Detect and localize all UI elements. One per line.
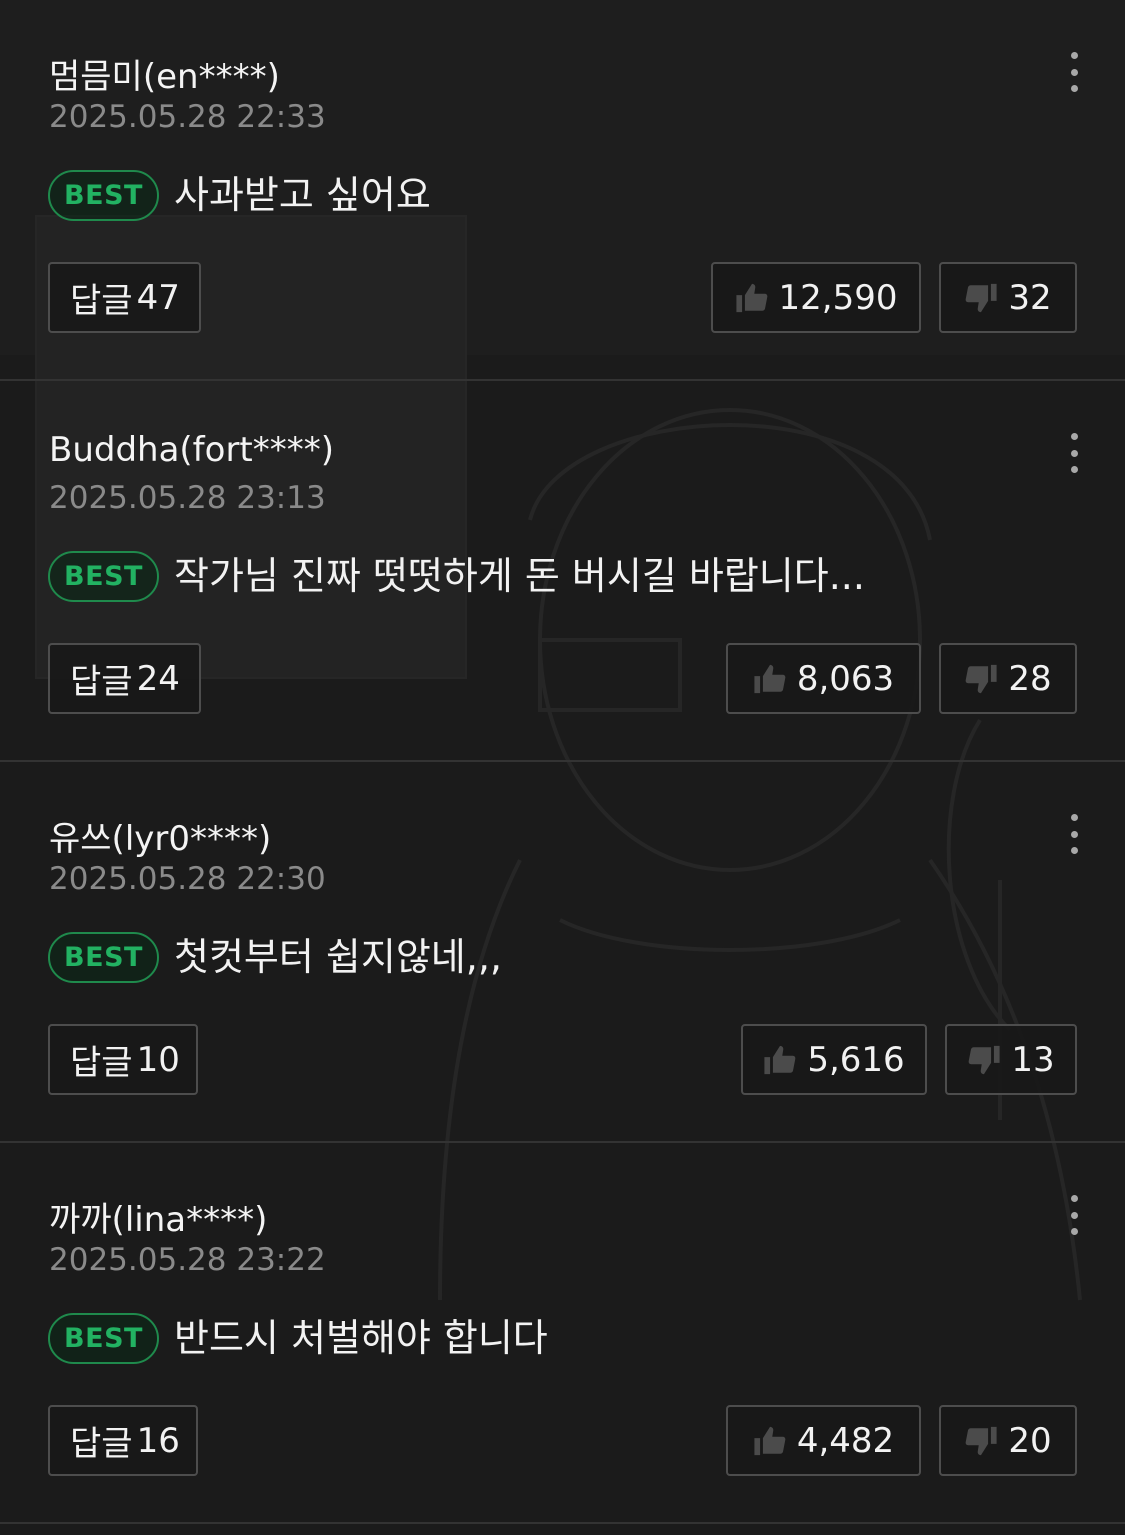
reply-label: 답글 xyxy=(70,1424,133,1464)
best-badge: BEST xyxy=(48,1313,159,1364)
reply-label: 답글 xyxy=(70,662,133,702)
best-badge: BEST xyxy=(48,170,159,221)
comment-author[interactable]: Buddha(fort****) xyxy=(49,430,334,470)
reply-count: 16 xyxy=(136,1420,180,1461)
comment-text: 작가님 진짜 떳떳하게 돈 버시길 바랍니다... xyxy=(174,554,865,598)
comment-date: 2025.05.28 23:13 xyxy=(49,480,326,516)
thumbs-down-icon xyxy=(969,1045,1000,1074)
thumbs-up-icon xyxy=(754,1426,786,1455)
reply-count: 10 xyxy=(136,1039,180,1080)
dislike-count: 28 xyxy=(1008,658,1052,699)
like-count: 8,063 xyxy=(796,658,895,699)
dislike-button[interactable]: 20 xyxy=(939,1405,1077,1476)
comment-item: Buddha(fort****) 2025.05.28 23:13 BEST 작… xyxy=(0,381,1125,762)
reply-count: 24 xyxy=(136,658,180,699)
thumbs-down-icon xyxy=(966,1426,997,1455)
like-count: 4,482 xyxy=(796,1420,895,1461)
comment-text: 사과받고 싶어요 xyxy=(174,173,431,217)
thumbs-up-icon xyxy=(764,1045,796,1074)
reply-button[interactable]: 답글 24 xyxy=(48,643,201,714)
more-options-icon[interactable] xyxy=(1054,812,1094,856)
thumbs-up-icon xyxy=(754,664,786,693)
like-button[interactable]: 4,482 xyxy=(726,1405,921,1476)
dislike-button[interactable]: 28 xyxy=(939,643,1077,714)
like-button[interactable]: 8,063 xyxy=(726,643,921,714)
like-count: 12,590 xyxy=(778,277,898,318)
comment-author[interactable]: 멈믐미(en****) xyxy=(49,49,280,98)
dislike-count: 13 xyxy=(1011,1039,1055,1080)
more-options-icon[interactable] xyxy=(1054,50,1094,94)
comment-author[interactable]: 까까(lina****) xyxy=(49,1192,267,1241)
dislike-count: 32 xyxy=(1008,277,1052,318)
comment-text: 반드시 처벌해야 합니다 xyxy=(174,1316,548,1360)
dislike-count: 20 xyxy=(1008,1420,1052,1461)
more-options-icon[interactable] xyxy=(1054,1193,1094,1237)
more-options-icon[interactable] xyxy=(1054,431,1094,475)
best-badge: BEST xyxy=(48,932,159,983)
like-count: 5,616 xyxy=(807,1039,905,1080)
thumbs-up-icon xyxy=(735,283,767,312)
reply-button[interactable]: 답글 47 xyxy=(48,262,201,333)
comment-item: 까까(lina****) 2025.05.28 23:22 BEST 반드시 처… xyxy=(0,1143,1125,1524)
comment-date: 2025.05.28 23:22 xyxy=(49,1242,326,1278)
reply-count: 47 xyxy=(136,277,180,318)
reply-button[interactable]: 답글 16 xyxy=(48,1405,198,1476)
dislike-button[interactable]: 32 xyxy=(939,262,1077,333)
reply-button[interactable]: 답글 10 xyxy=(48,1024,198,1095)
thumbs-down-icon xyxy=(966,664,997,693)
comment-item: 유쓰(lyr0****) 2025.05.28 22:30 BEST 첫컷부터 … xyxy=(0,762,1125,1143)
reply-label: 답글 xyxy=(70,281,133,321)
reply-label: 답글 xyxy=(70,1043,133,1083)
comment-author[interactable]: 유쓰(lyr0****) xyxy=(49,811,271,860)
best-badge: BEST xyxy=(48,551,159,602)
comment-date: 2025.05.28 22:30 xyxy=(49,861,326,897)
like-button[interactable]: 5,616 xyxy=(741,1024,927,1095)
comment-text: 첫컷부터 쉽지않네,,, xyxy=(174,935,502,979)
dislike-button[interactable]: 13 xyxy=(945,1024,1077,1095)
comment-item: 멈믐미(en****) 2025.05.28 22:33 BEST 사과받고 싶… xyxy=(0,0,1125,381)
like-button[interactable]: 12,590 xyxy=(711,262,921,333)
comment-date: 2025.05.28 22:33 xyxy=(49,99,326,135)
thumbs-down-icon xyxy=(966,283,997,312)
